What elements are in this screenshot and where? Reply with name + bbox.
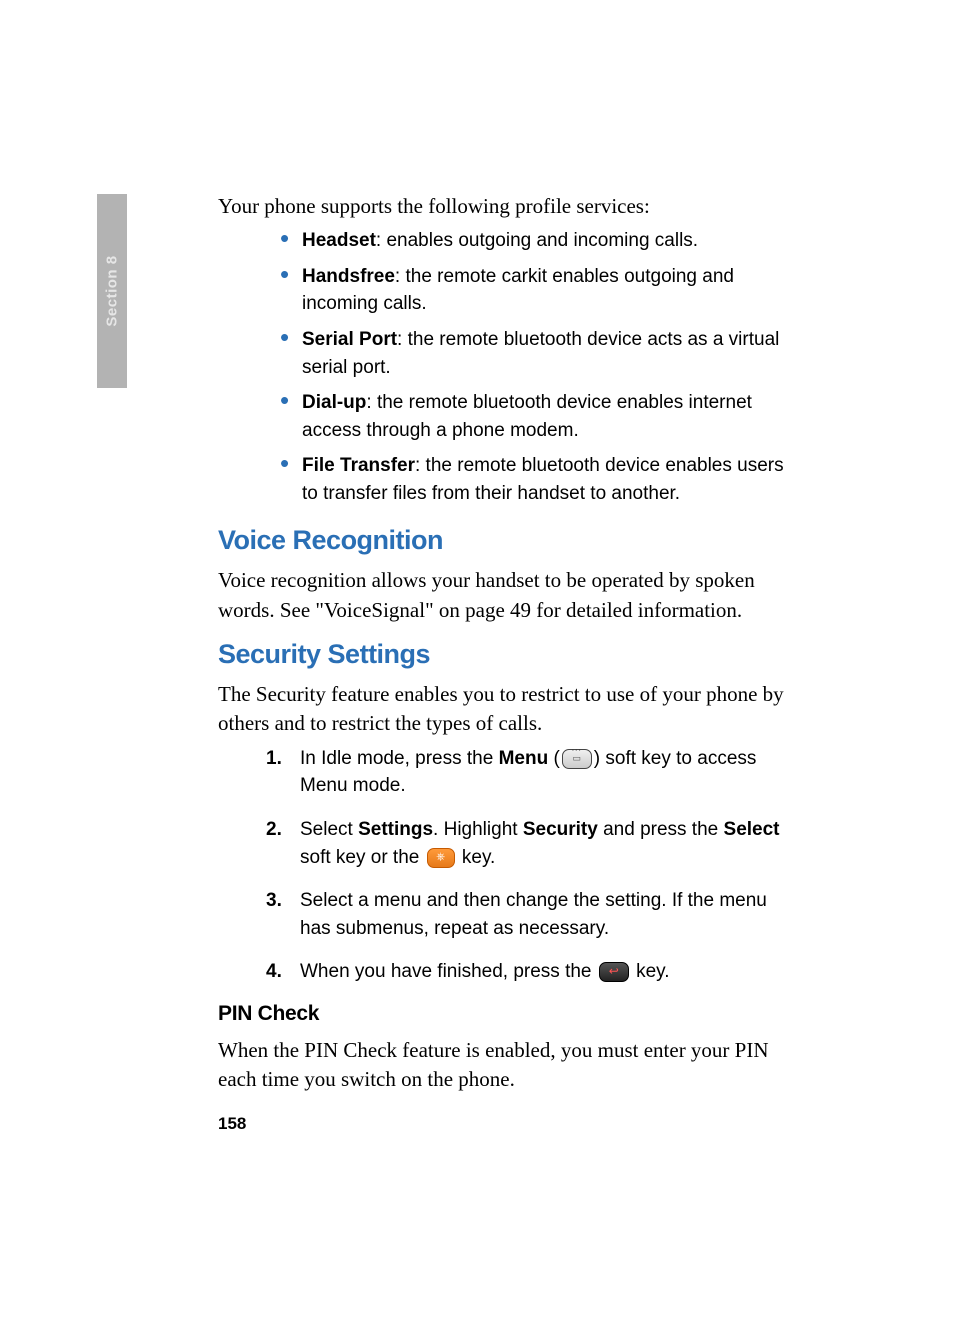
step-text: (: [548, 748, 560, 769]
step-text: When you have finished, press the: [300, 961, 597, 982]
list-item: Serial Port: the remote bluetooth device…: [280, 326, 798, 381]
list-item: Headset: enables outgoing and incoming c…: [280, 227, 798, 255]
profiles-intro: Your phone supports the following profil…: [218, 192, 798, 221]
step-text: Select: [300, 819, 358, 840]
menu-label: Menu: [499, 748, 549, 769]
security-settings-heading: Security Settings: [218, 639, 798, 670]
step-item: 4. When you have finished, press the key…: [266, 958, 798, 986]
menu-key-icon: [562, 749, 592, 769]
list-item: Dial-up: the remote bluetooth device ena…: [280, 389, 798, 444]
step-item: 2. Select Settings. Highlight Security a…: [266, 816, 798, 871]
step-number: 4.: [266, 958, 282, 986]
list-item: Handsfree: the remote carkit enables out…: [280, 263, 798, 318]
pin-check-body: When the PIN Check feature is enabled, y…: [218, 1036, 798, 1095]
profile-term: Headset: [302, 230, 376, 251]
step-text: . Highlight: [433, 819, 523, 840]
profile-desc: : enables outgoing and incoming calls.: [376, 230, 698, 251]
page-content: Your phone supports the following profil…: [218, 192, 798, 1100]
step-number: 1.: [266, 745, 282, 773]
profile-desc: : the remote bluetooth device enables in…: [302, 392, 752, 441]
step-number: 3.: [266, 887, 282, 915]
settings-label: Settings: [358, 819, 433, 840]
security-steps: 1. In Idle mode, press the Menu () soft …: [266, 745, 798, 986]
step-text: soft key or the: [300, 847, 425, 868]
profile-term: Serial Port: [302, 329, 397, 350]
page-number: 158: [218, 1114, 246, 1134]
ok-key-icon: [427, 848, 455, 868]
pin-check-heading: PIN Check: [218, 1002, 798, 1026]
security-settings-intro: The Security feature enables you to rest…: [218, 680, 798, 739]
security-label: Security: [523, 819, 598, 840]
profile-term: Handsfree: [302, 266, 395, 287]
step-item: 3. Select a menu and then change the set…: [266, 887, 798, 942]
step-text: key.: [631, 961, 670, 982]
section-label: Section 8: [104, 255, 121, 326]
profile-term: File Transfer: [302, 455, 415, 476]
section-side-tab: Section 8: [97, 194, 127, 388]
voice-recognition-heading: Voice Recognition: [218, 525, 798, 556]
step-text: Select a menu and then change the settin…: [300, 890, 767, 939]
step-number: 2.: [266, 816, 282, 844]
profiles-list: Headset: enables outgoing and incoming c…: [280, 227, 798, 507]
voice-recognition-body: Voice recognition allows your handset to…: [218, 566, 798, 625]
end-key-icon: [599, 962, 629, 982]
select-label: Select: [724, 819, 780, 840]
step-text: In Idle mode, press the: [300, 748, 499, 769]
profile-term: Dial-up: [302, 392, 366, 413]
list-item: File Transfer: the remote bluetooth devi…: [280, 452, 798, 507]
step-item: 1. In Idle mode, press the Menu () soft …: [266, 745, 798, 800]
step-text: and press the: [598, 819, 724, 840]
step-text: key.: [457, 847, 496, 868]
